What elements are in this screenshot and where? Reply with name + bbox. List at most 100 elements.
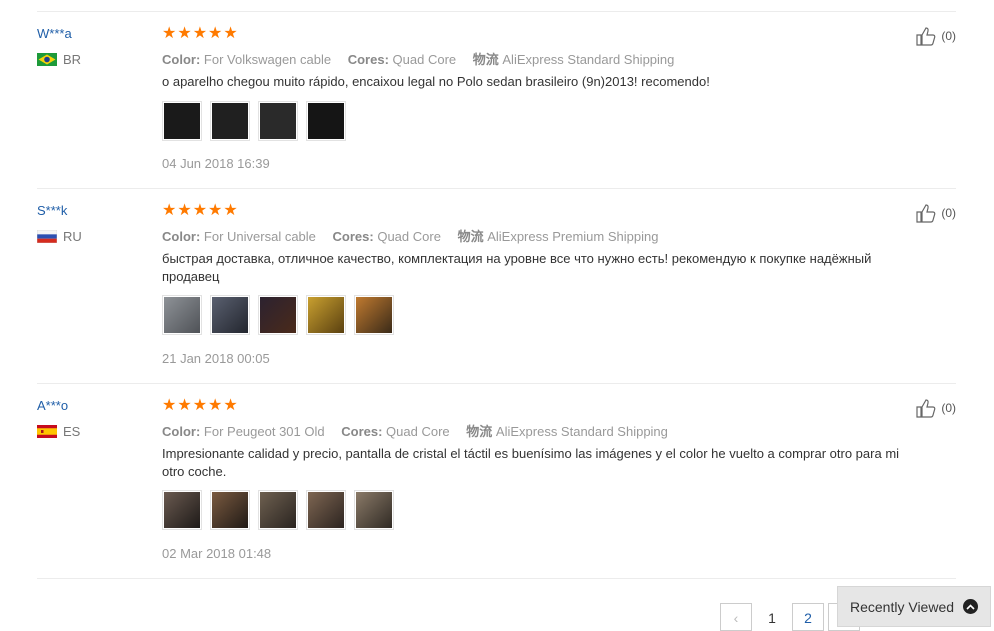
- star-icon: ★: [177, 25, 192, 42]
- review-photo-thumbnail[interactable]: [258, 101, 298, 141]
- review-date: 21 Jan 2018 00:05: [162, 351, 270, 366]
- review-text: o aparelho chegou muito rápido, encaixou…: [162, 74, 710, 89]
- star-icon: ★: [192, 397, 208, 414]
- review-photo-thumbnail[interactable]: [306, 295, 346, 335]
- color-value: For Universal cable: [203, 229, 316, 244]
- review-photo-thumbnail[interactable]: [306, 490, 346, 530]
- cores-label: Cores:: [347, 52, 389, 67]
- helpful-button[interactable]: (0): [916, 203, 956, 223]
- review-photo-thumbnail[interactable]: [210, 295, 250, 335]
- photo-image: [260, 103, 296, 139]
- photo-image: [212, 492, 248, 528]
- helpful-count: (0): [941, 206, 956, 220]
- star-icon: ★: [192, 25, 208, 42]
- review-date: 02 Mar 2018 01:48: [162, 546, 272, 561]
- review-photo-thumbnail[interactable]: [210, 490, 250, 530]
- star-rating: ★ ★ ★ ★ ★: [162, 26, 239, 42]
- star-icon: ★: [223, 397, 238, 414]
- helpful-button[interactable]: (0): [916, 398, 956, 418]
- cores-label: Cores:: [341, 424, 383, 439]
- recently-viewed-label: Recently Viewed: [850, 598, 955, 615]
- review-photo-thumbnail[interactable]: [306, 101, 346, 141]
- color-value: For Volkswagen cable: [203, 52, 332, 67]
- review-photos: [162, 101, 354, 141]
- photo-image: [356, 297, 392, 333]
- shipping-value: AliExpress Standard Shipping: [502, 52, 675, 67]
- photo-image: [212, 103, 248, 139]
- star-rating: ★ ★ ★ ★ ★: [162, 398, 239, 414]
- purchase-attributes: Color: For Peugeot 301 Old Cores: Quad C…: [162, 421, 681, 440]
- country-code: RU: [63, 229, 82, 244]
- photo-image: [212, 297, 248, 333]
- spain-flag-icon: [37, 425, 57, 438]
- photo-image: [164, 297, 200, 333]
- star-icon: ★: [208, 25, 223, 42]
- photo-image: [308, 492, 344, 528]
- cores-value: Quad Core: [392, 52, 457, 67]
- photo-image: [164, 492, 200, 528]
- photo-image: [308, 297, 344, 333]
- brazil-flag-icon: [37, 53, 57, 66]
- star-icon: ★: [208, 397, 223, 414]
- country-code: ES: [63, 424, 81, 439]
- helpful-count: (0): [941, 401, 956, 415]
- star-icon: ★: [208, 202, 223, 219]
- color-label: Color:: [162, 424, 201, 439]
- review-photo-thumbnail[interactable]: [162, 490, 202, 530]
- divider: [37, 188, 956, 189]
- helpful-button[interactable]: (0): [916, 26, 956, 46]
- photo-image: [260, 492, 296, 528]
- chevron-up-icon: [963, 599, 978, 614]
- shipping-value: AliExpress Standard Shipping: [495, 424, 668, 439]
- helpful-count: (0): [941, 29, 956, 43]
- country-code: BR: [63, 52, 82, 67]
- star-icon: ★: [223, 25, 238, 42]
- color-label: Color:: [162, 229, 201, 244]
- reviews-page: W***a BR ★ ★ ★ ★ ★ Color: For Volkswagen cab…: [0, 0, 994, 631]
- purchase-attributes: Color: For Universal cable Cores: Quad C…: [162, 226, 671, 245]
- color-label: Color:: [162, 52, 201, 67]
- thumbs-up-icon: [916, 204, 936, 223]
- shipping-value: AliExpress Premium Shipping: [487, 229, 659, 244]
- review-photo-thumbnail[interactable]: [354, 490, 394, 530]
- reviewer-country: ES: [37, 424, 80, 439]
- cores-value: Quad Core: [386, 424, 450, 439]
- review-text: Impresionante calidad y precio, pantalla…: [162, 446, 900, 479]
- star-icon: ★: [162, 25, 177, 42]
- color-value: For Peugeot 301 Old: [203, 424, 325, 439]
- divider: [37, 383, 956, 384]
- reviewer-country: RU: [37, 229, 82, 244]
- review-date: 04 Jun 2018 16:39: [162, 156, 270, 171]
- thumbs-up-icon: [916, 399, 936, 418]
- reviewer-name[interactable]: A***o: [37, 398, 68, 413]
- review-photo-thumbnail[interactable]: [210, 101, 250, 141]
- recently-viewed-tab[interactable]: Recently Viewed: [837, 586, 991, 627]
- star-icon: ★: [162, 397, 177, 414]
- star-icon: ★: [177, 202, 192, 219]
- divider: [37, 578, 956, 579]
- review-photo-thumbnail[interactable]: [162, 295, 202, 335]
- review-photo-thumbnail[interactable]: [258, 295, 298, 335]
- star-icon: ★: [192, 202, 208, 219]
- divider: [37, 11, 956, 12]
- photo-image: [356, 492, 392, 528]
- photo-image: [164, 103, 200, 139]
- review-photo-thumbnail[interactable]: [258, 490, 298, 530]
- cores-label: Cores:: [332, 229, 374, 244]
- reviewer-name[interactable]: W***a: [37, 26, 72, 41]
- reviewer-name[interactable]: S***k: [37, 203, 67, 218]
- star-icon: ★: [223, 202, 238, 219]
- russia-flag-icon: [37, 230, 57, 243]
- review-text: быстрая доставка, отличное качество, ком…: [162, 251, 872, 284]
- cores-value: Quad Core: [377, 229, 441, 244]
- review-photo-thumbnail[interactable]: [354, 295, 394, 335]
- review-photos: [162, 295, 402, 335]
- review-photos: [162, 490, 402, 530]
- reviewer-country: BR: [37, 52, 81, 67]
- purchase-attributes: Color: For Volkswagen cable Cores: Quad …: [162, 49, 687, 68]
- shipping-label: 物流: [457, 229, 484, 244]
- review-photo-thumbnail[interactable]: [162, 101, 202, 141]
- star-rating: ★ ★ ★ ★ ★: [162, 203, 239, 219]
- photo-image: [308, 103, 344, 139]
- thumbs-up-icon: [916, 27, 936, 46]
